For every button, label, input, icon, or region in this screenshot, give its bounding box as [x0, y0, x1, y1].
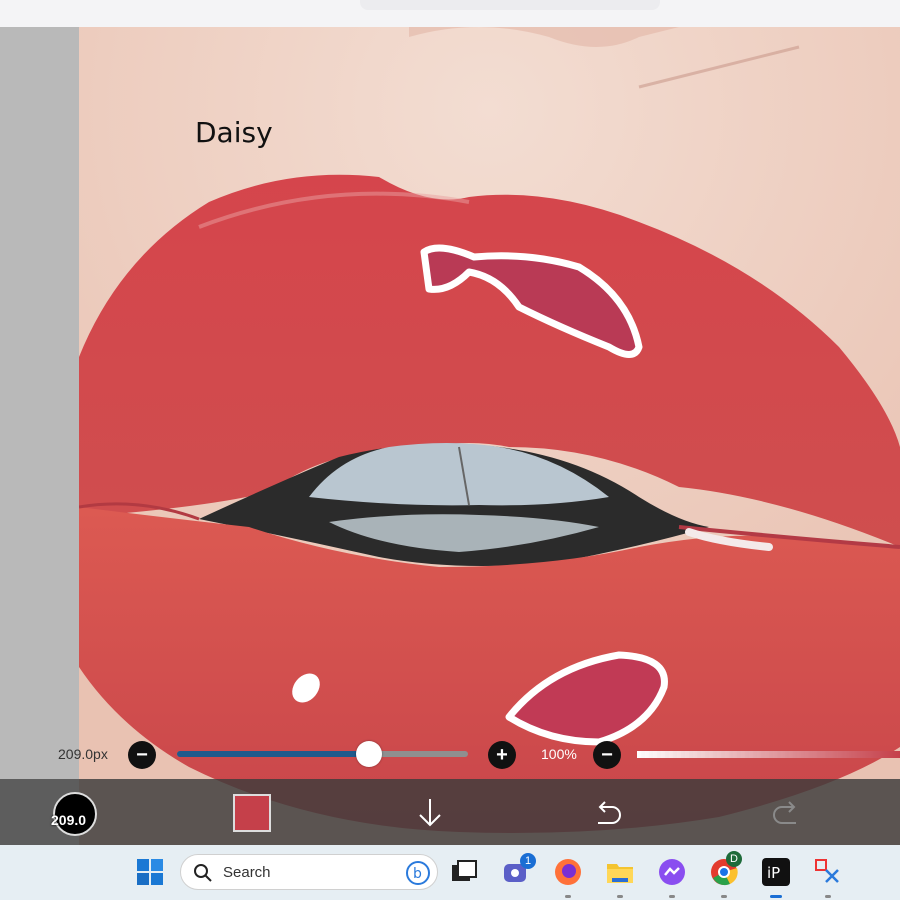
- arrow-down-icon[interactable]: [412, 795, 448, 831]
- ibis-paint-icon[interactable]: iP: [760, 856, 792, 888]
- tab-strip: [360, 0, 660, 10]
- plus-icon: +: [496, 744, 508, 766]
- canvas-margin: [0, 27, 79, 779]
- teams-notification-badge: 1: [520, 853, 536, 869]
- ibis-paint-active-indicator: [770, 895, 782, 898]
- minus-icon: −: [601, 744, 613, 766]
- taskbar-search[interactable]: Search b: [180, 854, 438, 890]
- undo-icon[interactable]: [590, 795, 626, 831]
- drawing-canvas[interactable]: Daisy: [79, 27, 900, 845]
- minus-icon: −: [136, 744, 148, 766]
- redo-icon[interactable]: [768, 795, 804, 831]
- brush-size-slider[interactable]: [177, 741, 468, 767]
- firefox-running-indicator: [565, 895, 571, 898]
- brush-size-decrease-button[interactable]: −: [128, 741, 156, 769]
- opacity-slider[interactable]: [637, 751, 900, 758]
- file-explorer-icon[interactable]: [604, 856, 636, 888]
- canvas-text-layer[interactable]: Daisy: [195, 116, 273, 149]
- firefox-icon[interactable]: [552, 856, 584, 888]
- slider-bar: 209.0px − + 100% −: [0, 737, 900, 771]
- browser-top-bar: [0, 0, 900, 27]
- brush-size-increase-button[interactable]: +: [488, 741, 516, 769]
- opacity-value: 100%: [541, 746, 577, 762]
- chrome-running-indicator: [721, 895, 727, 898]
- bing-icon[interactable]: b: [405, 860, 431, 886]
- current-color-button[interactable]: [233, 794, 271, 832]
- brush-size-slider-fill: [177, 751, 370, 757]
- snipping-tool-icon[interactable]: [812, 856, 844, 888]
- svg-text:iP: iP: [767, 864, 780, 882]
- svg-text:b: b: [413, 866, 422, 882]
- brush-size-value: 209.0px: [58, 746, 108, 762]
- task-view-icon[interactable]: [448, 856, 480, 888]
- opacity-decrease-button[interactable]: −: [593, 741, 621, 769]
- search-placeholder: Search: [223, 864, 271, 881]
- search-icon: [194, 864, 212, 882]
- brush-size-slider-handle[interactable]: [356, 741, 383, 767]
- messenger-running-indicator: [669, 895, 675, 898]
- windows-taskbar: Search b 1 D iP: [0, 845, 900, 900]
- lips-artwork: [79, 27, 900, 845]
- start-icon[interactable]: [134, 856, 166, 888]
- brush-size-label: 209.0: [51, 812, 87, 828]
- chrome-profile-badge: D: [726, 851, 742, 867]
- messenger-icon[interactable]: [656, 856, 688, 888]
- bottom-toolbar: 209.0: [0, 779, 900, 845]
- explorer-running-indicator: [617, 895, 623, 898]
- snipping-running-indicator: [825, 895, 831, 898]
